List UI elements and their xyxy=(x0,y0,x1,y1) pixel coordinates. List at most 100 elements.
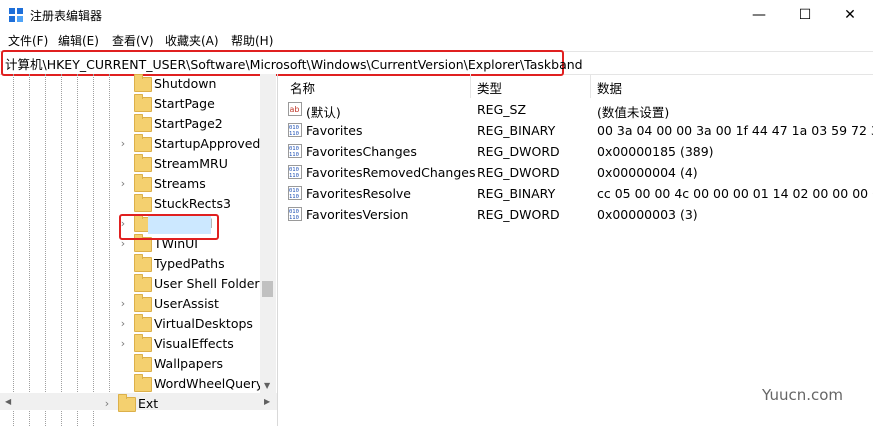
menu-edit[interactable]: 编辑(E) xyxy=(58,32,99,49)
menu-view[interactable]: 查看(V) xyxy=(112,32,154,49)
scroll-right-icon[interactable]: ▶ xyxy=(264,397,270,406)
column-header-name[interactable]: 名称 xyxy=(290,78,315,97)
expand-chevron-icon[interactable]: › xyxy=(102,394,112,414)
scroll-down-icon[interactable]: ▼ xyxy=(264,381,270,390)
tree-item-label: WordWheelQuery xyxy=(154,376,264,391)
value-row[interactable]: ab (默认) REG_SZ (数值未设置) xyxy=(282,99,873,120)
folder-icon xyxy=(134,294,152,312)
menu-bar: 文件(F) 编辑(E) 查看(V) 收藏夹(A) 帮助(H) xyxy=(0,30,873,50)
folder-icon xyxy=(134,314,152,332)
tree-item-label: StreamMRU xyxy=(154,156,228,171)
svg-text:ab: ab xyxy=(290,105,300,114)
expand-chevron-icon[interactable]: › xyxy=(118,294,128,314)
column-divider[interactable] xyxy=(590,74,591,98)
tree-item-startpage[interactable]: StartPage xyxy=(0,94,258,114)
title-bar: 注册表编辑器 — ☐ ✕ xyxy=(0,0,873,30)
value-row[interactable]: 010 110 Favorites REG_BINARY 00 3a 04 00 00 … xyxy=(282,120,873,141)
tree-item-stuckrects3[interactable]: StuckRects3 xyxy=(0,194,258,214)
maximize-button[interactable]: ☐ xyxy=(782,0,828,30)
value-row[interactable]: 010 110 FavoritesChanges REG_DWORD 0x0000018… xyxy=(282,141,873,162)
value-type: REG_DWORD xyxy=(477,207,560,222)
tree-item-label: VirtualDesktops xyxy=(154,316,253,331)
value-name: Favorites xyxy=(306,123,363,138)
folder-icon xyxy=(134,154,152,172)
value-data: 00 3a 04 00 00 3a 00 1f 44 47 1a 03 59 7… xyxy=(597,123,873,138)
folder-icon xyxy=(134,114,152,132)
expand-chevron-icon[interactable]: › xyxy=(118,334,128,354)
value-type: REG_DWORD xyxy=(477,165,560,180)
tree-item-label: UserAssist xyxy=(154,296,219,311)
tree-item-user-shell-folders[interactable]: User Shell Folders xyxy=(0,274,266,294)
value-name: (默认) xyxy=(306,105,341,120)
menu-help[interactable]: 帮助(H) xyxy=(231,32,273,49)
value-row[interactable]: 010 110 FavoritesResolve REG_BINARY cc 05 00… xyxy=(282,183,873,204)
tree-item-label: StartPage2 xyxy=(154,116,223,131)
column-header-data[interactable]: 数据 xyxy=(597,78,622,97)
tree-item-startupapproved[interactable]: › StartupApproved xyxy=(0,134,261,154)
svg-text:110: 110 xyxy=(289,215,299,221)
tree-item-startpage2[interactable]: StartPage2 xyxy=(0,114,258,134)
value-type: REG_DWORD xyxy=(477,144,560,159)
folder-icon xyxy=(134,334,152,352)
tree-item-typedpaths[interactable]: TypedPaths xyxy=(0,254,258,274)
watermark: Yuucn.com xyxy=(762,386,844,404)
value-name: FavoritesResolve xyxy=(306,186,411,201)
value-row[interactable]: 010 110 FavoritesVersion REG_DWORD 0x0000000… xyxy=(282,204,873,225)
folder-icon xyxy=(134,354,152,372)
tree-item-label: StartupApproved xyxy=(154,136,261,151)
value-name: FavoritesVersion xyxy=(306,207,409,222)
tree-item-label: VisualEffects xyxy=(154,336,234,351)
tree-item-label: StuckRects3 xyxy=(154,196,231,211)
value-data: cc 05 00 00 4c 00 00 00 01 14 02 00 00 0… xyxy=(597,186,873,201)
folder-icon xyxy=(134,374,152,392)
value-type: REG_SZ xyxy=(477,102,527,117)
menu-file[interactable]: 文件(F) xyxy=(8,32,48,49)
tree-item-visualeffects[interactable]: › VisualEffects xyxy=(0,334,258,354)
binary-value-icon: 010110 xyxy=(288,123,302,137)
tree-item-streams[interactable]: › Streams xyxy=(0,174,258,194)
value-type: REG_BINARY xyxy=(477,186,556,201)
address-path[interactable]: 计算机\HKEY_CURRENT_USER\Software\Microsoft… xyxy=(5,54,583,73)
values-pane: 名称 类型 数据 ab (默认) REG_SZ (数值未设置) 010 110 Favori… xyxy=(282,74,873,426)
tree-item-label: TypedPaths xyxy=(154,256,225,271)
tree-item-shutdown[interactable]: Shutdown xyxy=(0,74,258,94)
value-row[interactable]: 010 110 FavoritesRemovedChanges REG_DWORD 0x… xyxy=(282,162,873,183)
tree-item-label: StartPage xyxy=(154,96,215,111)
expand-chevron-icon[interactable]: › xyxy=(118,174,128,194)
binary-value-icon: 010110 xyxy=(288,207,302,221)
folder-icon xyxy=(134,94,152,112)
tree-item-wallpapers[interactable]: Wallpapers xyxy=(0,354,258,374)
close-button[interactable]: ✕ xyxy=(827,0,873,30)
tree-item-userassist[interactable]: › UserAssist xyxy=(0,294,258,314)
folder-icon xyxy=(134,254,152,272)
menu-favorites[interactable]: 收藏夹(A) xyxy=(165,32,219,49)
window-title: 注册表编辑器 xyxy=(30,9,103,23)
tree-item-wordwheelquery[interactable]: WordWheelQuery xyxy=(0,374,263,394)
expand-chevron-icon[interactable]: › xyxy=(118,314,128,334)
value-name: FavoritesRemovedChanges xyxy=(306,165,476,180)
tree-vertical-scrollbar[interactable] xyxy=(260,74,276,410)
value-data: 0x00000185 (389) xyxy=(597,144,714,159)
tree-item-virtualdesktops[interactable]: › VirtualDesktops xyxy=(0,314,258,334)
string-value-icon: ab xyxy=(288,102,302,116)
tree-item-streammru[interactable]: StreamMRU xyxy=(0,154,258,174)
folder-icon xyxy=(134,134,152,152)
folder-icon xyxy=(134,194,152,212)
folder-icon xyxy=(118,394,136,412)
svg-text:110: 110 xyxy=(289,194,299,200)
tree-scroll-thumb[interactable] xyxy=(262,281,273,297)
binary-value-icon: 010110 xyxy=(288,165,302,179)
tree-item-ext[interactable]: › Ext xyxy=(0,394,260,414)
expand-chevron-icon[interactable]: › xyxy=(118,134,128,154)
registry-editor-icon xyxy=(9,8,23,22)
column-header-type[interactable]: 类型 xyxy=(477,78,502,97)
folder-icon xyxy=(134,274,152,292)
taskband-highlight xyxy=(119,214,219,240)
svg-text:110: 110 xyxy=(289,173,299,179)
folder-icon xyxy=(134,74,152,92)
column-divider[interactable] xyxy=(470,74,471,98)
tree-item-label: Shutdown xyxy=(154,76,217,91)
minimize-button[interactable]: — xyxy=(736,0,782,30)
binary-value-icon: 010110 xyxy=(288,186,302,200)
folder-icon xyxy=(134,174,152,192)
